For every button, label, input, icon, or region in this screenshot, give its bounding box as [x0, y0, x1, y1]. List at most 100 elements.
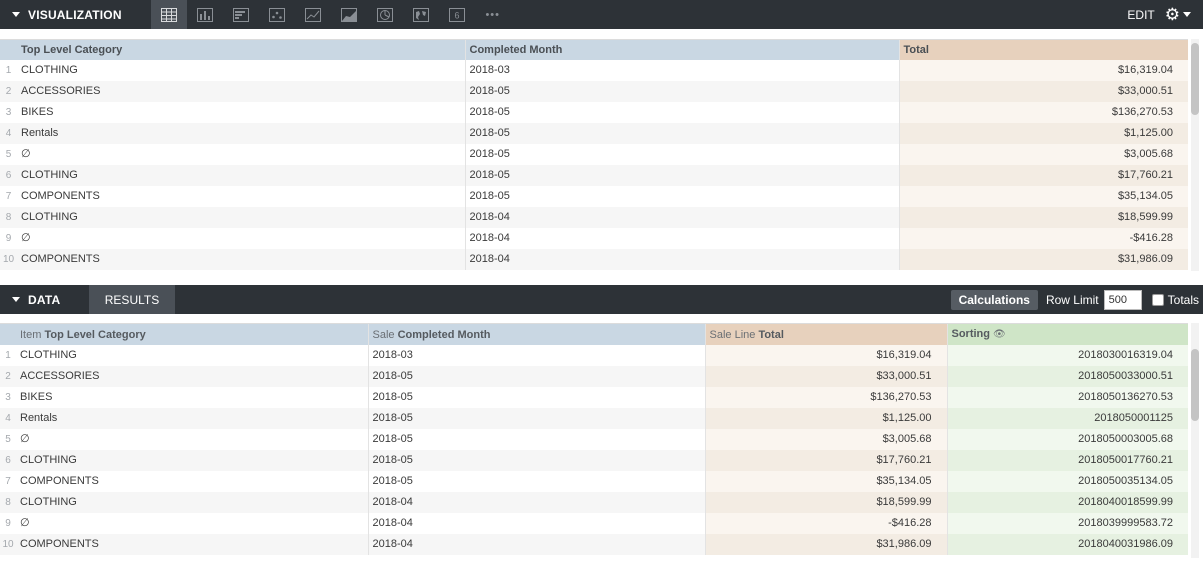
cell-sale-line-total[interactable]: $16,319.04	[705, 345, 948, 366]
cell-sorting[interactable]: 2018030016319.04	[947, 345, 1188, 366]
column-header-item-top-level-category[interactable]: Item Top Level Category	[16, 324, 369, 345]
cell-top-level-category[interactable]: ACCESSORIES	[17, 81, 466, 102]
cell-sorting[interactable]: 2018050035134.05	[947, 471, 1188, 492]
settings-dropdown-caret-icon[interactable]	[1183, 12, 1191, 17]
row-limit-input[interactable]	[1103, 289, 1142, 310]
cell-top-level-category[interactable]: CLOTHING	[17, 207, 466, 228]
cell-item-top-level-category[interactable]: COMPONENTS	[16, 471, 369, 492]
cell-completed-month[interactable]: 2018-05	[465, 102, 900, 123]
cell-total[interactable]: $1,125.00	[899, 123, 1188, 144]
cell-sorting[interactable]: 2018050001125	[947, 408, 1188, 429]
data-scrollbar-thumb[interactable]	[1191, 349, 1199, 421]
column-header-sorting[interactable]: Sorting 👁	[947, 324, 1188, 345]
cell-total[interactable]: $35,134.05	[899, 186, 1188, 207]
visualization-scrollbar[interactable]	[1191, 39, 1199, 271]
column-header-sale-line-total[interactable]: Sale Line Total	[705, 324, 948, 345]
cell-sorting[interactable]: 2018050033000.51	[947, 366, 1188, 387]
area-chart-icon[interactable]	[331, 0, 367, 29]
cell-total[interactable]: $17,760.21	[899, 165, 1188, 186]
cell-sale-completed-month[interactable]: 2018-04	[368, 513, 706, 534]
cell-total[interactable]: $16,319.04	[899, 60, 1188, 81]
cell-sale-completed-month[interactable]: 2018-05	[368, 408, 706, 429]
cell-item-top-level-category[interactable]: COMPONENTS	[16, 534, 369, 555]
cell-total[interactable]: $18,599.99	[899, 207, 1188, 228]
cell-top-level-category[interactable]: ∅	[17, 228, 466, 249]
cell-item-top-level-category[interactable]: CLOTHING	[16, 345, 369, 366]
cell-sorting[interactable]: 2018039999583.72	[947, 513, 1188, 534]
cell-item-top-level-category[interactable]: ∅	[16, 429, 369, 450]
column-header-sale-completed-month[interactable]: Sale Completed Month	[368, 324, 706, 345]
pie-chart-icon[interactable]	[367, 0, 403, 29]
cell-total[interactable]: $33,000.51	[899, 81, 1188, 102]
cell-sorting[interactable]: 2018050003005.68	[947, 429, 1188, 450]
collapse-visualization-caret-icon[interactable]	[12, 12, 20, 17]
map-icon[interactable]	[403, 0, 439, 29]
cell-completed-month[interactable]: 2018-03	[465, 60, 900, 81]
cell-sale-completed-month[interactable]: 2018-05	[368, 450, 706, 471]
cell-sale-completed-month[interactable]: 2018-04	[368, 534, 706, 555]
cell-sale-completed-month[interactable]: 2018-05	[368, 429, 706, 450]
hidden-eye-icon[interactable]: 👁	[993, 329, 1006, 340]
cell-item-top-level-category[interactable]: ACCESSORIES	[16, 366, 369, 387]
cell-sale-line-total[interactable]: -$416.28	[705, 513, 948, 534]
scatter-chart-icon[interactable]	[259, 0, 295, 29]
visualization-title[interactable]: VISUALIZATION	[28, 8, 122, 22]
bar-chart-icon[interactable]	[223, 0, 259, 29]
cell-top-level-category[interactable]: BIKES	[17, 102, 466, 123]
cell-top-level-category[interactable]: COMPONENTS	[17, 249, 466, 270]
cell-completed-month[interactable]: 2018-04	[465, 249, 900, 270]
cell-top-level-category[interactable]: ∅	[17, 144, 466, 165]
column-header-top-level-category[interactable]: Top Level Category	[17, 40, 466, 60]
cell-completed-month[interactable]: 2018-05	[465, 165, 900, 186]
cell-top-level-category[interactable]: COMPONENTS	[17, 186, 466, 207]
cell-sale-completed-month[interactable]: 2018-05	[368, 366, 706, 387]
cell-item-top-level-category[interactable]: ∅	[16, 513, 369, 534]
edit-button[interactable]: EDIT	[1127, 8, 1154, 22]
cell-sorting[interactable]: 2018040031986.09	[947, 534, 1188, 555]
collapse-data-caret-icon[interactable]	[12, 297, 20, 302]
column-header-completed-month[interactable]: Completed Month	[465, 40, 900, 60]
cell-top-level-category[interactable]: CLOTHING	[17, 60, 466, 81]
cell-completed-month[interactable]: 2018-05	[465, 81, 900, 102]
cell-completed-month[interactable]: 2018-04	[465, 207, 900, 228]
cell-total[interactable]: $136,270.53	[899, 102, 1188, 123]
cell-sorting[interactable]: 2018040018599.99	[947, 492, 1188, 513]
cell-sale-line-total[interactable]: $1,125.00	[705, 408, 948, 429]
more-icon[interactable]: •••	[475, 0, 511, 29]
cell-sale-completed-month[interactable]: 2018-05	[368, 387, 706, 408]
single-value-icon[interactable]: 6	[439, 0, 475, 29]
table-icon[interactable]	[150, 0, 187, 29]
cell-completed-month[interactable]: 2018-04	[465, 228, 900, 249]
cell-sale-line-total[interactable]: $35,134.05	[705, 471, 948, 492]
cell-total[interactable]: $31,986.09	[899, 249, 1188, 270]
cell-total[interactable]: -$416.28	[899, 228, 1188, 249]
calculations-button[interactable]: Calculations	[950, 289, 1038, 310]
visualization-scrollbar-thumb[interactable]	[1191, 43, 1199, 115]
gear-icon[interactable]: ⚙	[1165, 6, 1180, 23]
column-header-total[interactable]: Total	[899, 40, 1188, 60]
totals-checkbox[interactable]	[1151, 293, 1164, 306]
column-chart-icon[interactable]	[187, 0, 223, 29]
cell-sale-line-total[interactable]: $31,986.09	[705, 534, 948, 555]
cell-top-level-category[interactable]: CLOTHING	[17, 165, 466, 186]
cell-sale-line-total[interactable]: $18,599.99	[705, 492, 948, 513]
cell-sale-line-total[interactable]: $136,270.53	[705, 387, 948, 408]
cell-total[interactable]: $3,005.68	[899, 144, 1188, 165]
cell-sorting[interactable]: 2018050017760.21	[947, 450, 1188, 471]
data-tab[interactable]: DATA	[28, 293, 60, 307]
cell-item-top-level-category[interactable]: CLOTHING	[16, 492, 369, 513]
cell-sorting[interactable]: 2018050136270.53	[947, 387, 1188, 408]
cell-sale-line-total[interactable]: $33,000.51	[705, 366, 948, 387]
cell-top-level-category[interactable]: Rentals	[17, 123, 466, 144]
cell-item-top-level-category[interactable]: BIKES	[16, 387, 369, 408]
results-tab[interactable]: RESULTS	[89, 285, 175, 314]
cell-sale-completed-month[interactable]: 2018-05	[368, 471, 706, 492]
cell-sale-line-total[interactable]: $17,760.21	[705, 450, 948, 471]
line-chart-icon[interactable]	[295, 0, 331, 29]
cell-item-top-level-category[interactable]: Rentals	[16, 408, 369, 429]
cell-completed-month[interactable]: 2018-05	[465, 123, 900, 144]
cell-completed-month[interactable]: 2018-05	[465, 144, 900, 165]
cell-item-top-level-category[interactable]: CLOTHING	[16, 450, 369, 471]
cell-completed-month[interactable]: 2018-05	[465, 186, 900, 207]
data-scrollbar[interactable]	[1191, 323, 1199, 558]
